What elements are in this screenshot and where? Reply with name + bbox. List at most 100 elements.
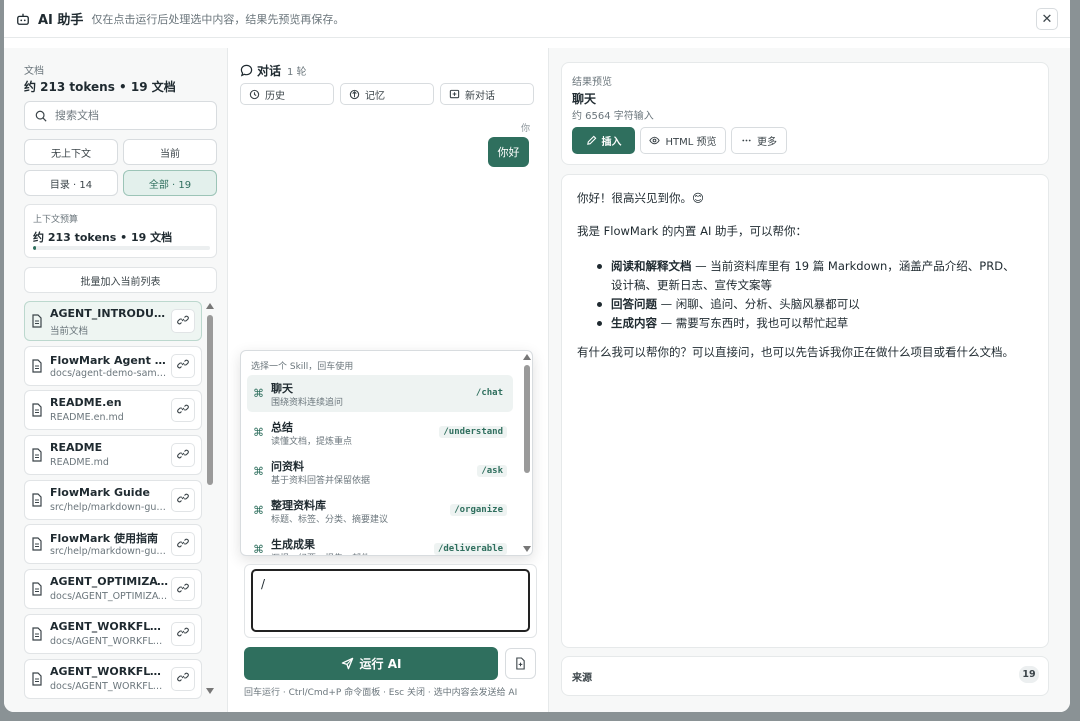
- skill-command: /understand: [439, 426, 507, 438]
- documents-summary: 约 213 tokens • 19 文档: [24, 80, 176, 94]
- result-preview-card: 结果预览 聊天 约 6564 字符输入 插入 HTML 预览 更多: [561, 62, 1049, 165]
- scrollbar-thumb[interactable]: [207, 315, 213, 485]
- document-title: FlowMark Guide: [50, 485, 150, 499]
- skill-option[interactable]: ⌘ 聊天 围绕资料连续追问/chat: [247, 375, 513, 412]
- ai-assistant-dialog: AI 助手 仅在点击运行后处理选中内容，结果先预览再保存。 ✕ 文档 约 213…: [4, 0, 1070, 712]
- link-icon: [177, 403, 189, 418]
- document-search[interactable]: [24, 101, 217, 130]
- memory-button[interactable]: 记忆: [340, 83, 434, 105]
- skill-list-scrollbar[interactable]: [521, 351, 532, 555]
- dialog-subtitle: 仅在点击运行后处理选中内容，结果先预览再保存。: [91, 12, 345, 26]
- sources-label: 来源: [572, 673, 592, 684]
- capability-item: 阅读和解释文档 — 当前资料库里有 19 篇 Markdown，涵盖产品介绍、P…: [596, 257, 1026, 295]
- skill-picker-popup: 选择一个 Skill，回车使用 ⌘ 聊天 围绕资料连续追问/chat ⌘ 总结 读懂文档，…: [240, 350, 533, 556]
- command-icon: ⌘: [253, 504, 264, 517]
- document-list-item[interactable]: FlowMark Agent 演示docs/agent-demo-samples…: [24, 345, 202, 386]
- new-chat-label: 新对话: [465, 90, 495, 102]
- budget-value: 约 213 tokens • 19 文档: [33, 231, 173, 244]
- document-title: AGENT_WORKFLOW: [50, 619, 168, 633]
- scrollbar-thumb[interactable]: [524, 365, 530, 473]
- budget-label: 上下文预算: [33, 215, 79, 225]
- sources-card[interactable]: 来源 19: [561, 656, 1049, 696]
- skill-option[interactable]: ⌘ 生成成果汇报、纪要、报告、邮件/deliverable: [247, 531, 513, 555]
- document-list-item[interactable]: AGENT_WORKFLOW_V2 docs/AGENT_WORKFLOW_V2.…: [24, 658, 202, 699]
- skill-command: /ask: [477, 465, 507, 477]
- document-list-item[interactable]: FlowMark Guide src/help/markdown-guide.en…: [24, 479, 202, 520]
- chat-panel: 对话 1 轮 历史 记忆 新对话 你 你好 选择一个 Skill，回车使用 ⌘ …: [228, 48, 549, 712]
- scope-current-button[interactable]: 当前: [123, 139, 217, 165]
- pen-icon: [586, 135, 596, 145]
- scope-none-button[interactable]: 无上下文: [24, 139, 118, 165]
- html-preview-button[interactable]: HTML 预览: [640, 127, 726, 154]
- send-icon: [341, 657, 353, 670]
- document-title: README: [50, 441, 103, 455]
- add-reference-button[interactable]: [171, 532, 195, 557]
- more-button[interactable]: 更多: [731, 127, 787, 154]
- new-chat-button[interactable]: 新对话: [440, 83, 534, 105]
- insert-label: 插入: [601, 137, 622, 148]
- skill-name: 生成成果: [271, 538, 315, 551]
- scroll-up-arrow[interactable]: [206, 303, 214, 309]
- capability-title: 生成内容: [611, 316, 657, 330]
- robot-icon: [17, 13, 29, 25]
- memory-label: 记忆: [365, 90, 385, 102]
- scroll-down-arrow[interactable]: [523, 546, 531, 552]
- document-path: docs/AGENT_OPTIMIZATION.md: [50, 591, 168, 603]
- scroll-down-arrow[interactable]: [206, 688, 214, 694]
- add-reference-button[interactable]: [171, 621, 195, 646]
- run-ai-button[interactable]: 运行 AI: [244, 647, 498, 680]
- documents-panel: 文档 约 213 tokens • 19 文档 无上下文 当前 目录 · 14 …: [4, 48, 228, 712]
- document-title: FlowMark Agent 演示: [50, 353, 168, 367]
- capability-text: — 闲聊、追问、分析、头脑风暴都可以: [657, 297, 860, 311]
- document-path: README.md: [50, 457, 109, 469]
- document-list-item[interactable]: README README.md: [24, 435, 202, 476]
- batch-add-button[interactable]: 批量加入当前列表: [24, 267, 217, 293]
- close-button[interactable]: ✕: [1036, 8, 1058, 30]
- eye-icon: [649, 136, 661, 145]
- document-list-item[interactable]: AGENT_INTRODUCTION 当前文档: [24, 301, 202, 341]
- document-list-item[interactable]: AGENT_OPTIMIZATION docs/AGENT_OPTIMIZATIO…: [24, 569, 202, 610]
- result-subtitle: 约 6564 字符输入: [572, 111, 654, 122]
- skill-option[interactable]: ⌘ 总结 读懂文档，提炼重点/understand: [247, 414, 513, 451]
- skill-option[interactable]: ⌘ 整理资料库 标题、标签、分类、摘要建议/organize: [247, 492, 513, 529]
- skill-option[interactable]: ⌘ 问资料 基于资料回答并保留依据/ask: [247, 453, 513, 490]
- add-reference-button[interactable]: [171, 353, 195, 378]
- scroll-up-arrow[interactable]: [523, 354, 531, 360]
- document-list-item[interactable]: FlowMark 使用指南src/help/markdown-guide.md: [24, 524, 202, 565]
- file-icon: [31, 582, 43, 596]
- prompt-input[interactable]: [251, 569, 530, 632]
- save-to-file-button[interactable]: [505, 648, 536, 679]
- scope-folder-button[interactable]: 目录 · 14: [24, 170, 118, 196]
- dialog-title: AI 助手: [38, 13, 84, 28]
- add-reference-button[interactable]: [171, 666, 195, 691]
- add-reference-button[interactable]: [171, 309, 195, 333]
- document-list-item[interactable]: AGENT_WORKFLOW docs/AGENT_WORKFLOW.md: [24, 613, 202, 654]
- history-icon: [249, 89, 260, 99]
- add-reference-button[interactable]: [171, 443, 195, 468]
- history-button[interactable]: 历史: [240, 83, 334, 105]
- skill-description: 读懂文档，提炼重点: [271, 437, 353, 447]
- search-icon: [35, 110, 47, 122]
- chat-rounds: 1 轮: [287, 67, 307, 78]
- document-title: AGENT_WORKFLOW_V2: [50, 664, 168, 678]
- new-chat-icon: [449, 89, 460, 98]
- search-input[interactable]: [55, 109, 205, 122]
- more-icon: [742, 139, 751, 142]
- document-path: docs/agent-demo-samples.md: [50, 367, 168, 379]
- capability-item: 回答问题 — 闲聊、追问、分析、头脑风暴都可以: [596, 295, 1026, 314]
- command-icon: ⌘: [253, 465, 264, 478]
- document-path: src/help/markdown-guide.en.md: [50, 501, 168, 513]
- add-reference-button[interactable]: [171, 577, 195, 602]
- document-list-item[interactable]: README.en README.en.md: [24, 390, 202, 431]
- add-reference-button[interactable]: [171, 398, 195, 423]
- link-icon: [177, 448, 189, 463]
- capability-title: 回答问题: [611, 297, 657, 311]
- link-icon: [177, 537, 189, 552]
- insert-button[interactable]: 插入: [572, 127, 635, 154]
- batch-add-label: 批量加入当前列表: [80, 276, 161, 288]
- document-path: docs/AGENT_WORKFLOW.md: [50, 635, 168, 647]
- result-preview-label: 结果预览: [572, 77, 612, 88]
- add-reference-button[interactable]: [171, 487, 195, 512]
- document-list-scrollbar[interactable]: [205, 301, 215, 701]
- scope-all-button[interactable]: 全部 · 19: [123, 170, 217, 196]
